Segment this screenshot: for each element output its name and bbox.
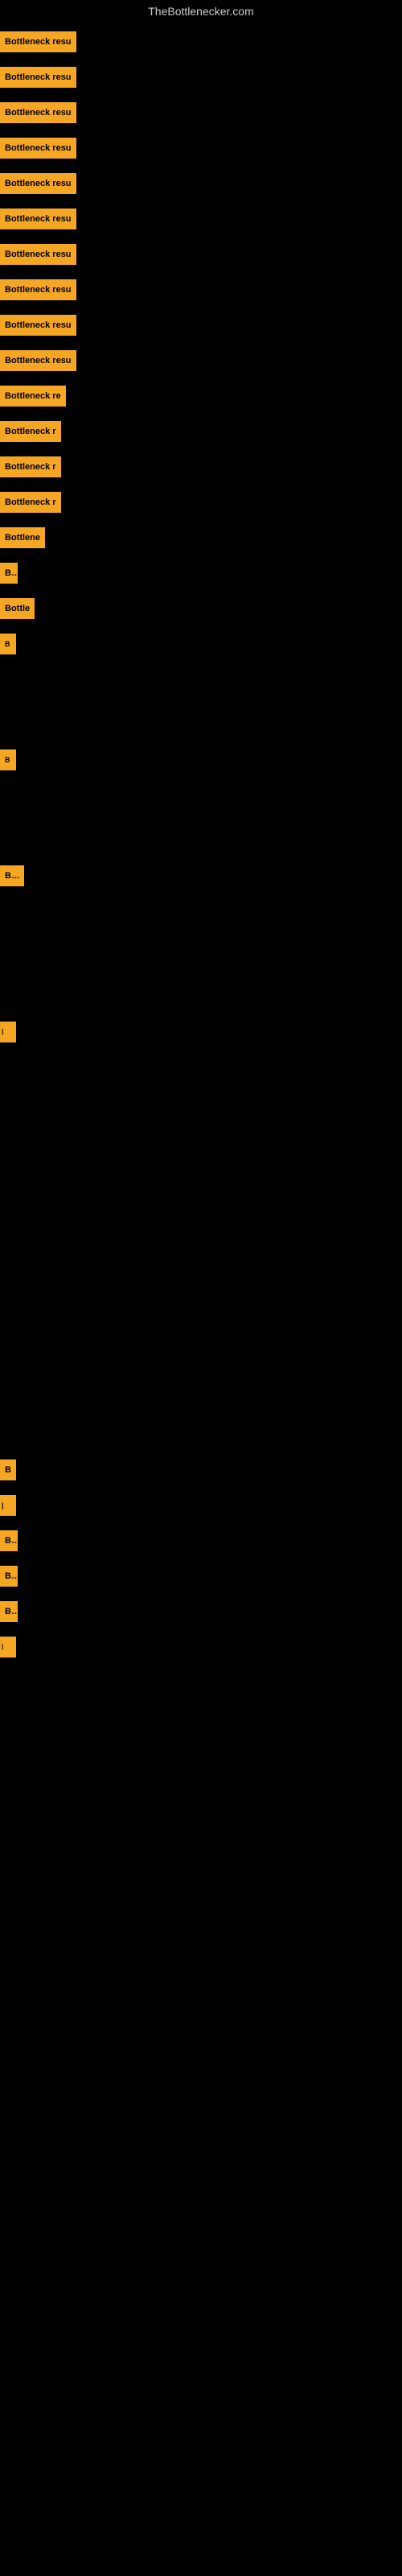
list-item[interactable]: Bottleneck resu bbox=[0, 201, 402, 237]
bottleneck-badge: Bottleneck resu bbox=[0, 173, 76, 194]
list-item[interactable]: Bottleneck re bbox=[0, 378, 402, 414]
list-item[interactable]: Bottleneck r bbox=[0, 485, 402, 520]
list-item[interactable]: Bottleneck resu bbox=[0, 272, 402, 308]
site-title: TheBottlenecker.com bbox=[0, 0, 402, 23]
list-item[interactable]: B bbox=[0, 1452, 402, 1488]
bottleneck-badge: | bbox=[0, 1022, 16, 1042]
bottleneck-badge: Bottleneck resu bbox=[0, 102, 76, 123]
bottleneck-badge: Bottleneck r bbox=[0, 456, 61, 477]
bottleneck-badge: Bottleneck resu bbox=[0, 350, 76, 371]
bottleneck-badge: Bottle bbox=[0, 598, 35, 619]
list-item[interactable]: B bbox=[0, 626, 402, 662]
bottleneck-badge: Bottleneck resu bbox=[0, 138, 76, 159]
list-item[interactable]: Bottleneck r bbox=[0, 449, 402, 485]
list-item[interactable]: Bo bbox=[0, 1594, 402, 1629]
list-item[interactable]: Bottleneck resu bbox=[0, 60, 402, 95]
bottleneck-badge: Bottleneck r bbox=[0, 421, 61, 442]
items-container: Bottleneck resu Bottleneck resu Bottlene… bbox=[0, 23, 402, 1826]
bottleneck-badge: Bottleneck r bbox=[0, 492, 61, 513]
list-item[interactable]: Bottleneck resu bbox=[0, 166, 402, 201]
bottleneck-badge: Bottlene bbox=[0, 527, 45, 548]
bottleneck-badge: Bo bbox=[0, 563, 18, 584]
bottleneck-badge: Bo bbox=[0, 1601, 18, 1622]
bottleneck-badge: Bottleneck resu bbox=[0, 244, 76, 265]
bottleneck-badge: B bbox=[0, 749, 16, 770]
gap-4 bbox=[0, 1050, 402, 1452]
bottleneck-badge: Bottleneck resu bbox=[0, 208, 76, 229]
gap-2 bbox=[0, 778, 402, 858]
bottleneck-badge: B bbox=[0, 634, 16, 654]
list-item[interactable]: Bo bbox=[0, 1558, 402, 1594]
bottleneck-badge: Bottleneck resu bbox=[0, 279, 76, 300]
bottom-spacer bbox=[0, 1665, 402, 1826]
bottleneck-badge: Bottleneck resu bbox=[0, 315, 76, 336]
bottleneck-badge: Bottleneck resu bbox=[0, 31, 76, 52]
bottleneck-badge: | bbox=[0, 1637, 16, 1657]
list-item[interactable]: Bottlene bbox=[0, 520, 402, 555]
bottleneck-badge: Bo bbox=[0, 1566, 18, 1587]
bottleneck-badge: B bbox=[0, 1459, 16, 1480]
list-item[interactable]: Bottleneck resu bbox=[0, 130, 402, 166]
list-item[interactable]: Bottleneck r bbox=[0, 414, 402, 449]
list-item[interactable]: B bbox=[0, 742, 402, 778]
list-item[interactable]: | bbox=[0, 1629, 402, 1665]
list-item[interactable]: Bot bbox=[0, 858, 402, 894]
gap-1 bbox=[0, 662, 402, 742]
bottleneck-badge: Bottleneck re bbox=[0, 386, 66, 407]
bottleneck-badge: Bot bbox=[0, 865, 24, 886]
list-item[interactable]: Bottleneck resu bbox=[0, 308, 402, 343]
list-item[interactable]: Bottleneck resu bbox=[0, 343, 402, 378]
list-item[interactable]: Bottleneck resu bbox=[0, 24, 402, 60]
bottleneck-badge: | bbox=[0, 1495, 16, 1516]
gap-3 bbox=[0, 894, 402, 1014]
list-item[interactable]: Bottle bbox=[0, 591, 402, 626]
list-item[interactable]: | bbox=[0, 1014, 402, 1050]
bottleneck-badge: Bottleneck resu bbox=[0, 67, 76, 88]
bottleneck-badge: Bo bbox=[0, 1530, 18, 1551]
list-item[interactable]: | bbox=[0, 1488, 402, 1523]
list-item[interactable]: Bo bbox=[0, 555, 402, 591]
list-item[interactable]: Bo bbox=[0, 1523, 402, 1558]
list-item[interactable]: Bottleneck resu bbox=[0, 237, 402, 272]
list-item[interactable]: Bottleneck resu bbox=[0, 95, 402, 130]
